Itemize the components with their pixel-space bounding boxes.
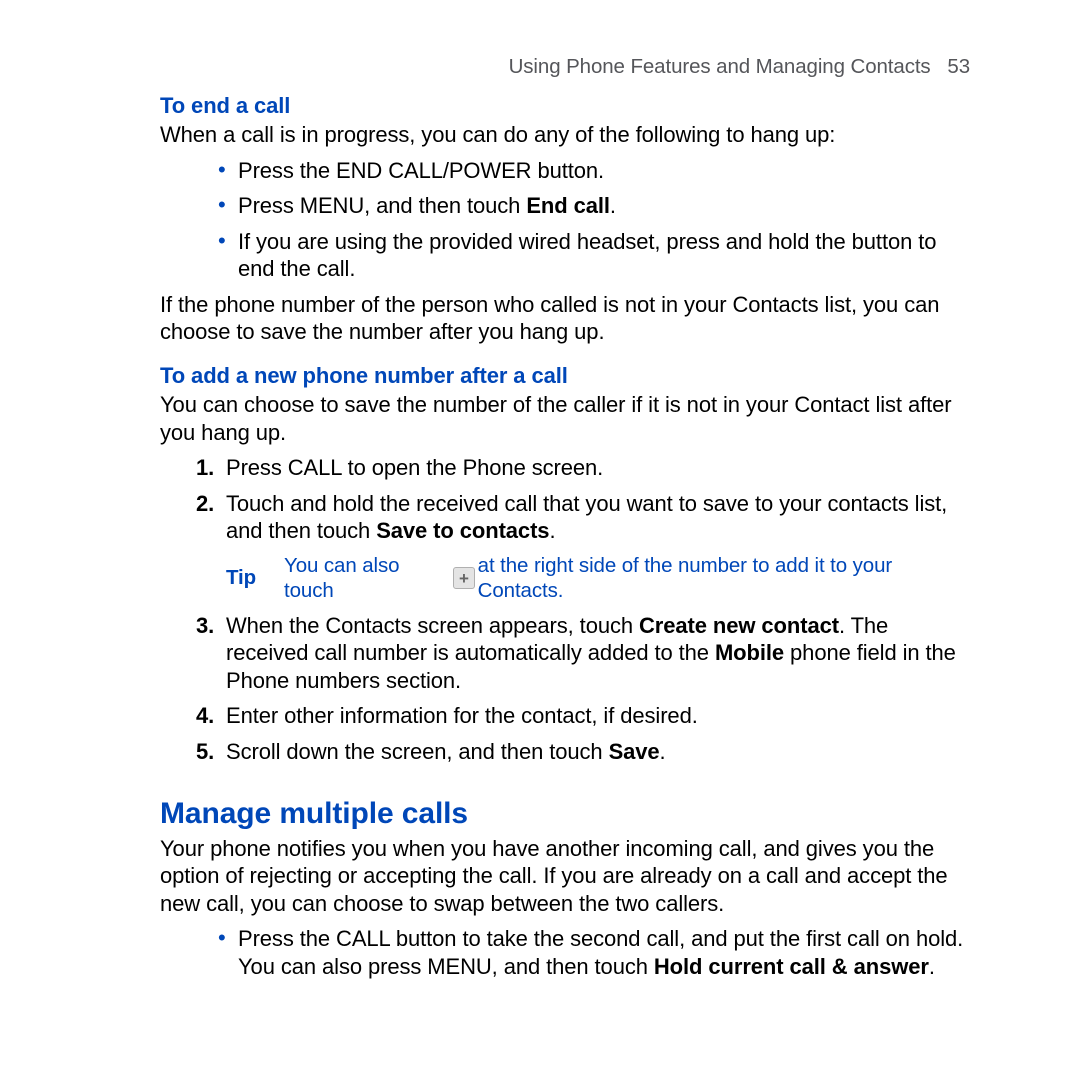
tip-row: Tip You can also touch + at the right si… [226,553,970,604]
paragraph: If the phone number of the person who ca… [160,291,970,346]
bullet-text: If you are using the provided wired head… [238,229,936,282]
paragraph: You can choose to save the number of the… [160,391,970,446]
bold-text: End call [526,193,610,218]
bold-text: Save to contacts [376,518,549,543]
tip-text: You can also touch [284,553,450,604]
step-text: . [549,518,555,543]
step-text: When the Contacts screen appears, touch [226,613,639,638]
list-item: Scroll down the screen, and then touch S… [196,738,970,766]
bullet-item: Press the CALL button to take the second… [218,925,970,980]
bold-text: Save [609,739,660,764]
heading-end-call: To end a call [160,92,970,120]
list-item: Enter other information for the contact,… [196,702,970,730]
tip-label: Tip [226,565,284,591]
bullet-text: . [610,193,616,218]
plus-icon: + [453,567,474,589]
bold-text: Create new contact [639,613,839,638]
bullet-item: If you are using the provided wired head… [218,228,970,283]
step-text: Press CALL to open the Phone screen. [226,455,603,480]
manual-page: Using Phone Features and Managing Contac… [0,0,1080,980]
bullet-text: Press MENU, and then touch [238,193,526,218]
paragraph: When a call is in progress, you can do a… [160,121,970,149]
step-text: Scroll down the screen, and then touch [226,739,609,764]
bullet-text: . [929,954,935,979]
bullet-list: Press the END CALL/POWER button. Press M… [218,157,970,283]
list-item: When the Contacts screen appears, touch … [196,612,970,695]
bullet-item: Press MENU, and then touch End call. [218,192,970,220]
bold-text: Mobile [715,640,784,665]
chapter-title: Using Phone Features and Managing Contac… [509,55,931,78]
list-item: Touch and hold the received call that yo… [196,490,970,604]
bullet-item: Press the END CALL/POWER button. [218,157,970,185]
heading-manage-calls: Manage multiple calls [160,795,970,833]
list-item: Press CALL to open the Phone screen. [196,454,970,482]
tip-text: at the right side of the number to add i… [478,553,970,604]
numbered-list: Press CALL to open the Phone screen. Tou… [196,454,970,765]
bullet-text: Press the END CALL/POWER button. [238,158,604,183]
paragraph: Your phone notifies you when you have an… [160,835,970,918]
bold-text: Hold current call & answer [654,954,929,979]
step-text: Enter other information for the contact,… [226,703,698,728]
page-header: Using Phone Features and Managing Contac… [160,54,970,80]
step-text: . [660,739,666,764]
bullet-list: Press the CALL button to take the second… [218,925,970,980]
page-number: 53 [947,55,970,78]
step-text: Touch and hold the received call that yo… [226,491,947,544]
heading-add-number: To add a new phone number after a call [160,362,970,390]
